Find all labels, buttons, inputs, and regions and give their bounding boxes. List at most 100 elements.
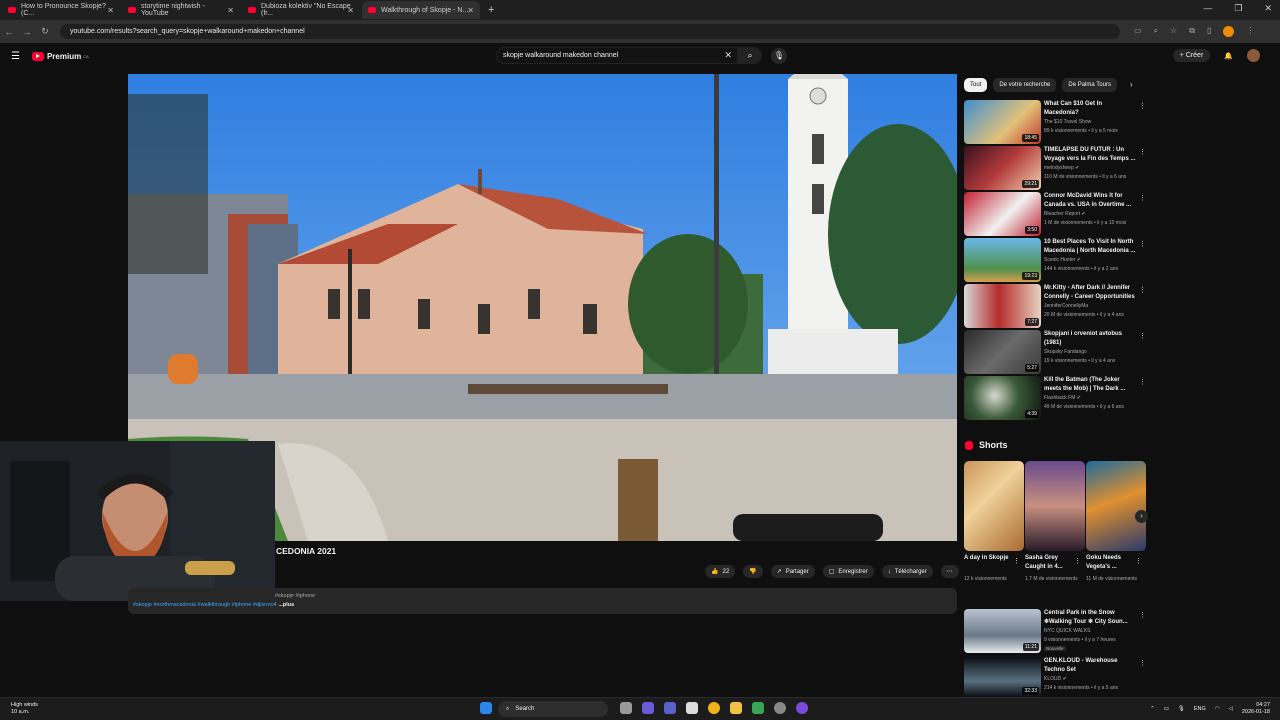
create-button[interactable]: + Créer bbox=[1172, 49, 1211, 62]
more-options-icon[interactable]: ⋮ bbox=[1139, 332, 1146, 340]
more-options-icon[interactable]: ⋮ bbox=[1139, 659, 1146, 667]
file-explorer-icon[interactable] bbox=[730, 702, 742, 714]
list-item[interactable]: 4:39 Kill the Batman (The Joker meets th… bbox=[964, 376, 1146, 420]
show-more-link[interactable]: ...plus bbox=[278, 602, 294, 608]
close-window-icon[interactable]: ✕ bbox=[1264, 3, 1272, 14]
teams-icon[interactable] bbox=[664, 702, 676, 714]
windows-start-icon[interactable] bbox=[480, 702, 492, 714]
short-title[interactable]: A day in Skopje bbox=[964, 554, 1016, 563]
chevron-up-icon[interactable]: ⌃ bbox=[1150, 706, 1155, 712]
video-title[interactable]: Mr.Kitty - After Dark // Jennifer Connel… bbox=[1044, 284, 1136, 301]
more-options-icon[interactable]: ⋮ bbox=[1013, 557, 1020, 565]
weather-widget[interactable]: High winds 10 a.m. bbox=[11, 702, 38, 716]
youtube-premium-logo[interactable]: Premium CA bbox=[31, 51, 89, 61]
more-options-icon[interactable]: ⋮ bbox=[1074, 557, 1081, 565]
short-thumbnail[interactable] bbox=[1025, 461, 1085, 551]
list-item[interactable]: 19:23 10 Best Places To Visit In North M… bbox=[964, 238, 1146, 282]
more-options-icon[interactable]: ⋮ bbox=[1135, 557, 1142, 565]
app-icon[interactable] bbox=[796, 702, 808, 714]
dislike-button[interactable]: 👎 bbox=[743, 565, 763, 578]
short-thumbnail[interactable] bbox=[964, 461, 1024, 551]
wifi-icon[interactable]: ◠ bbox=[1215, 706, 1220, 712]
maximize-icon[interactable]: ❐ bbox=[1234, 3, 1242, 14]
hamburger-menu-icon[interactable]: ☰ bbox=[11, 51, 20, 62]
extensions-icon[interactable]: ⧉ bbox=[1189, 26, 1195, 37]
taskbar-search[interactable]: ⌕ Search bbox=[498, 701, 608, 717]
reload-icon[interactable]: ↻ bbox=[36, 26, 54, 37]
cast-icon[interactable]: ▭ bbox=[1134, 26, 1142, 37]
download-button[interactable]: ↓ Télécharger bbox=[881, 565, 933, 578]
new-tab-icon[interactable]: + bbox=[488, 4, 494, 16]
settings-icon[interactable] bbox=[774, 702, 786, 714]
more-options-icon[interactable]: ⋮ bbox=[1139, 378, 1146, 386]
network-icon[interactable]: ▭ bbox=[1164, 706, 1169, 712]
video-title[interactable]: What Can $10 Get In Macedonia? bbox=[1044, 100, 1136, 117]
video-title[interactable]: TIMELAPSE DU FUTUR : Un Voyage vers la F… bbox=[1044, 146, 1136, 163]
list-item[interactable]: 5:27 Skopjani i crveniot avtobus (1981) … bbox=[964, 330, 1146, 374]
list-item[interactable]: 18:45 What Can $10 Get In Macedonia? The… bbox=[964, 100, 1146, 144]
share-button[interactable]: ↗ Partager bbox=[770, 565, 815, 578]
volume-icon[interactable]: ◁ bbox=[1229, 706, 1233, 712]
copilot-icon[interactable] bbox=[642, 702, 654, 714]
video-title[interactable]: Skopjani i crveniot avtobus (1981) bbox=[1044, 330, 1136, 347]
video-thumbnail[interactable]: 11:21 bbox=[964, 609, 1041, 653]
video-thumbnail[interactable]: 19:23 bbox=[964, 238, 1041, 282]
video-description[interactable]: #skopje #iphone #skopje #northmacedonia … bbox=[128, 588, 957, 614]
video-title[interactable]: 10 Best Places To Visit In North Macedon… bbox=[1044, 238, 1136, 255]
channel-name[interactable]: Scenic Hunter ✔ bbox=[1044, 257, 1081, 263]
video-title[interactable]: Connor McDavid Wins It for Canada vs. US… bbox=[1044, 192, 1136, 209]
minimize-icon[interactable]: — bbox=[1203, 3, 1212, 14]
back-icon[interactable]: ← bbox=[0, 27, 18, 37]
clear-search-icon[interactable]: ✕ bbox=[724, 50, 732, 61]
more-options-icon[interactable]: ⋮ bbox=[1139, 286, 1146, 294]
video-title[interactable]: GEN.KLOUD - Warehouse Techno Set bbox=[1044, 657, 1136, 674]
forward-icon[interactable]: → bbox=[18, 27, 36, 37]
voice-search-button[interactable]: 🎙 bbox=[771, 48, 787, 64]
video-thumbnail[interactable]: 29:21 bbox=[964, 146, 1041, 190]
list-item[interactable]: 3:50 Connor McDavid Wins It for Canada v… bbox=[964, 192, 1146, 236]
task-view-icon[interactable] bbox=[620, 702, 632, 714]
sidebar-icon[interactable]: ▯ bbox=[1207, 26, 1211, 37]
close-tab-icon[interactable]: ✕ bbox=[347, 6, 354, 15]
list-item[interactable]: 32:33 GEN.KLOUD - Warehouse Techno Set K… bbox=[964, 657, 1146, 697]
video-title[interactable]: Central Park in the Snow ❄Walking Tour ❄… bbox=[1044, 609, 1136, 626]
channel-name[interactable]: melodysheep ✔ bbox=[1044, 165, 1079, 171]
close-tab-icon[interactable]: ✕ bbox=[107, 6, 114, 15]
video-thumbnail[interactable]: 32:33 bbox=[964, 657, 1041, 697]
video-thumbnail[interactable]: 7:27 bbox=[964, 284, 1041, 328]
video-thumbnail[interactable]: 4:39 bbox=[964, 376, 1041, 420]
xbox-icon[interactable] bbox=[752, 702, 764, 714]
clock[interactable]: 04:27 2026-01-18 bbox=[1242, 702, 1270, 716]
more-options-icon[interactable]: ⋮ bbox=[1139, 148, 1146, 156]
bookmark-star-icon[interactable]: ☆ bbox=[1170, 26, 1177, 37]
chip-from-search[interactable]: De votre recherche bbox=[993, 78, 1057, 92]
more-options-icon[interactable]: ⋮ bbox=[1139, 102, 1146, 110]
browser-tab[interactable]: Dubioza kolektiv "No Escape (fr... ✕ bbox=[242, 1, 360, 19]
language-indicator[interactable]: ENG bbox=[1194, 706, 1206, 712]
channel-name[interactable]: Flashback FM ✔ bbox=[1044, 395, 1081, 401]
channel-name[interactable]: NYC QUICK WALKS bbox=[1044, 628, 1091, 634]
video-thumbnail[interactable]: 5:27 bbox=[964, 330, 1041, 374]
video-title[interactable]: Kill the Batman (The Joker meets the Mob… bbox=[1044, 376, 1136, 393]
like-button[interactable]: 👍 22 bbox=[705, 565, 736, 578]
channel-name[interactable]: Skopsky Fandango bbox=[1044, 349, 1087, 355]
avatar[interactable] bbox=[1247, 49, 1260, 62]
close-tab-icon[interactable]: ✕ bbox=[227, 6, 234, 15]
browser-tab-active[interactable]: Walkthrough of Skopje - N... ✕ bbox=[362, 1, 480, 19]
channel-name[interactable]: JenniferConnellyMa bbox=[1044, 303, 1088, 309]
zoom-icon[interactable]: ⌕ bbox=[1154, 26, 1158, 37]
save-button[interactable]: ▢ Enregistrer bbox=[822, 565, 874, 578]
chip-channel[interactable]: De Palma Tours bbox=[1062, 78, 1117, 92]
profile-icon[interactable] bbox=[1223, 26, 1235, 37]
video-thumbnail[interactable]: 18:45 bbox=[964, 100, 1041, 144]
browser-tab[interactable]: storytime nightwish - YouTube ✕ bbox=[122, 1, 240, 19]
hashtag-links[interactable]: #skopje #northmacedonia #walkthrough #ip… bbox=[133, 602, 277, 608]
list-item[interactable]: 29:21 TIMELAPSE DU FUTUR : Un Voyage ver… bbox=[964, 146, 1146, 190]
list-item[interactable]: 7:27 Mr.Kitty - After Dark // Jennifer C… bbox=[964, 284, 1146, 328]
browser-menu-icon[interactable]: ⋮ bbox=[1246, 26, 1254, 37]
chevron-right-icon[interactable]: › bbox=[1130, 80, 1133, 89]
app-icon[interactable] bbox=[686, 702, 698, 714]
video-thumbnail[interactable]: 3:50 bbox=[964, 192, 1041, 236]
channel-name[interactable]: KLOUD ✔ bbox=[1044, 676, 1067, 682]
list-item[interactable]: 11:21 Central Park in the Snow ❄Walking … bbox=[964, 609, 1146, 653]
